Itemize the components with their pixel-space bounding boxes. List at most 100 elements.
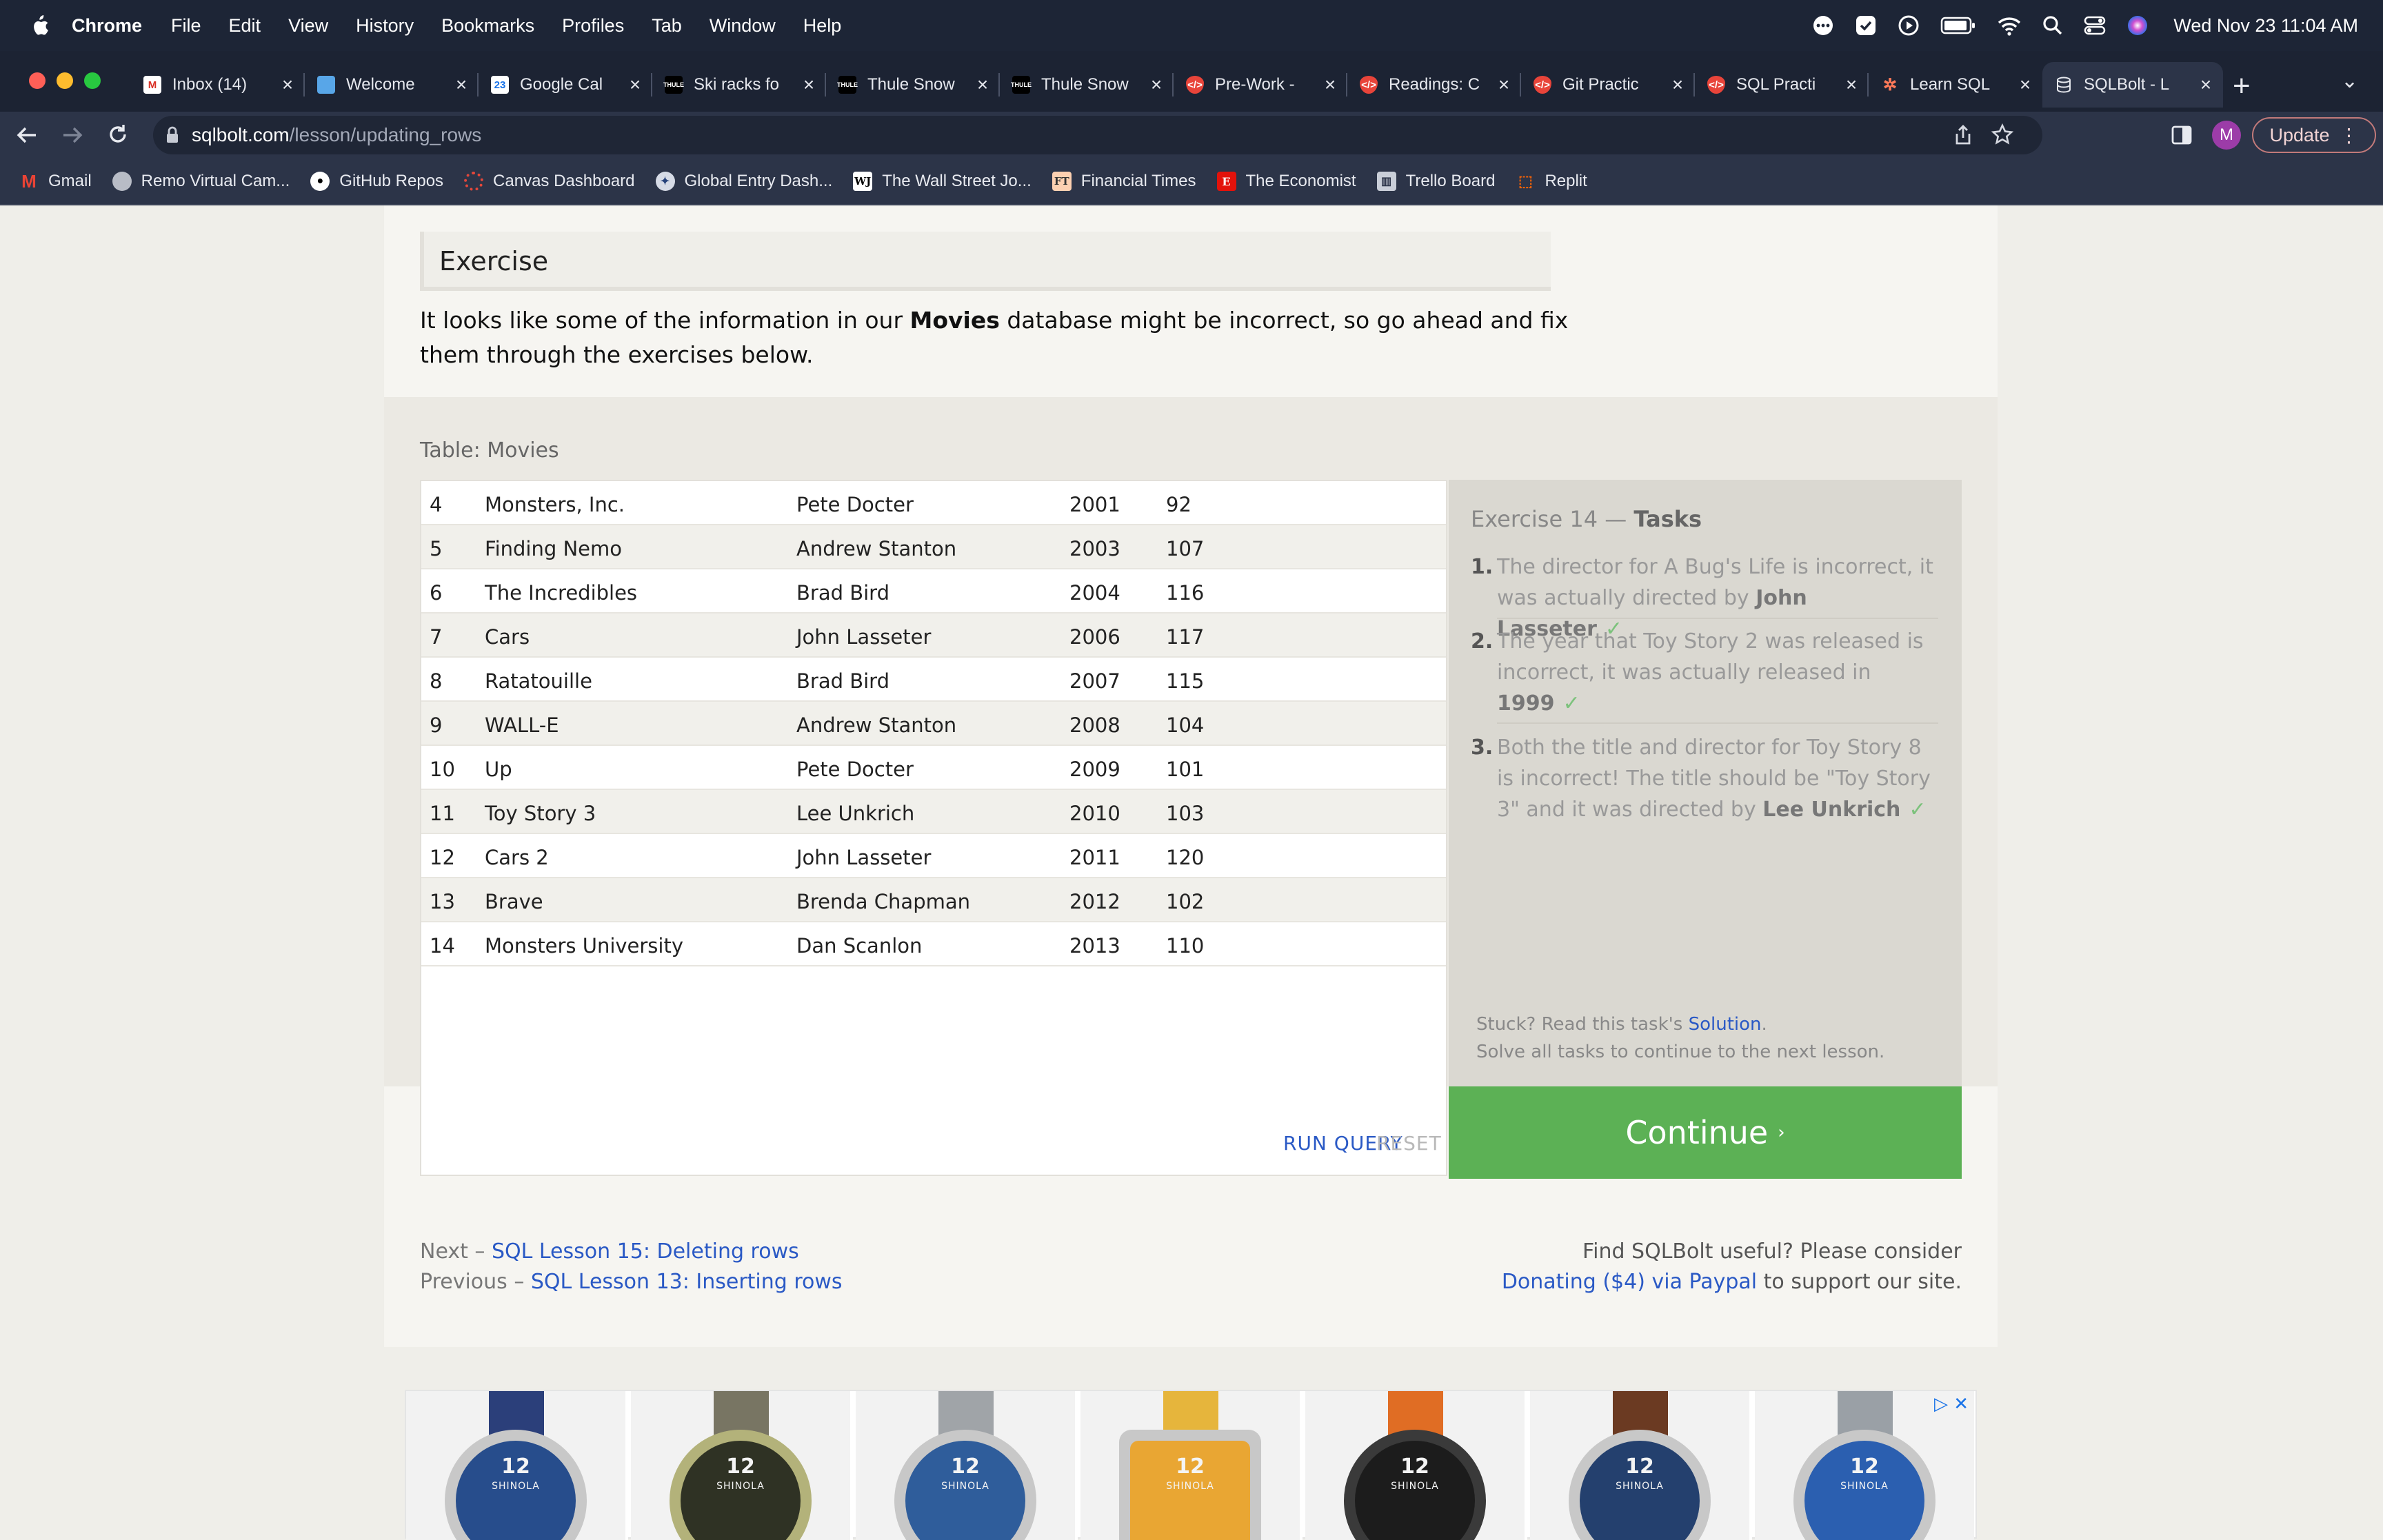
tab-pre-work[interactable]: </> Pre-Work - × (1174, 62, 1347, 108)
close-tab-icon[interactable]: × (625, 74, 645, 96)
siri-icon[interactable] (2126, 14, 2149, 37)
chevron-down-icon[interactable]: ⌄ (2341, 69, 2358, 93)
tab-readings[interactable]: </> Readings: C × (1347, 62, 1521, 108)
checkmark-icon: ✓ (1909, 798, 1927, 822)
bookmark-gmail[interactable]: M Gmail (19, 171, 92, 192)
side-panel-icon[interactable] (2171, 124, 2193, 146)
back-arrow-icon[interactable] (15, 124, 39, 146)
lock-icon[interactable] (165, 126, 179, 144)
bookmark-trello[interactable]: ▥ Trello Board (1376, 172, 1495, 191)
donate-link[interactable]: Donating ($4) via Paypal (1502, 1270, 1757, 1294)
bookmark-github[interactable]: ● GitHub Repos (310, 172, 443, 191)
tab-ski-racks[interactable]: THULE Ski racks fo × (652, 62, 826, 108)
close-tab-icon[interactable]: × (972, 74, 993, 96)
minimize-window-button[interactable] (57, 72, 73, 89)
update-button[interactable]: Update ⋮ (2252, 117, 2376, 153)
cell-length: 104 (1166, 713, 1205, 737)
kebab-menu-icon[interactable]: ⋮ (2340, 124, 2359, 147)
menubar-clock[interactable]: Wed Nov 23 11:04 AM (2173, 15, 2358, 37)
tab-google-calendar[interactable]: 23 Google Cal × (479, 62, 652, 108)
tab-inbox[interactable]: M Inbox (14) × (131, 62, 305, 108)
close-tab-icon[interactable]: × (2015, 74, 2035, 96)
exercise-heading: Exercise (420, 232, 1551, 291)
bookmark-remo[interactable]: Remo Virtual Cam... (112, 172, 290, 191)
tab-sqlbolt-active[interactable]: SQLBolt - L × (2042, 62, 2223, 108)
menu-window[interactable]: Window (710, 15, 776, 37)
close-window-button[interactable] (29, 72, 46, 89)
ad-banner[interactable]: 12 SHINOLA 12 SHINOLA 12 SHINOLA 12 SHINOLA … (405, 1390, 1977, 1540)
cell-title: Monsters University (485, 934, 684, 958)
menu-app-chrome[interactable]: Chrome (72, 15, 142, 37)
close-tab-icon[interactable]: × (1494, 74, 1514, 96)
support-suffix: to support our site. (1757, 1270, 1962, 1294)
task-text: The year that Toy Story 2 was released i… (1497, 626, 1938, 719)
bookmark-wsj[interactable]: WJ The Wall Street Jo... (853, 172, 1032, 191)
bookmark-star-icon[interactable] (1991, 123, 2013, 145)
menu-edit[interactable]: Edit (229, 15, 261, 37)
tab-welcome[interactable]: Welcome × (305, 62, 479, 108)
battery-icon[interactable] (1940, 16, 1976, 35)
close-tab-icon[interactable]: × (1667, 74, 1688, 96)
tab-title: Thule Snow (867, 75, 955, 94)
menu-tab[interactable]: Tab (652, 15, 682, 37)
task-description: The director for A Bug's Life is incorre… (1497, 555, 1933, 610)
cell-title: Monsters, Inc. (485, 493, 625, 516)
apple-icon[interactable] (28, 13, 50, 38)
tab-learn-sql[interactable]: ✲ Learn SQL × (1869, 62, 2042, 108)
close-tab-icon[interactable]: × (451, 74, 472, 96)
bookmark-ft[interactable]: FT Financial Times (1052, 172, 1196, 191)
new-tab-icon[interactable]: + (2233, 69, 2251, 103)
close-tab-icon[interactable]: × (2195, 74, 2216, 96)
search-icon[interactable] (2042, 15, 2063, 36)
solution-link[interactable]: Solution (1689, 1014, 1762, 1035)
cell-year: 2007 (1069, 669, 1120, 693)
close-tab-icon[interactable]: × (798, 74, 819, 96)
bookmark-global-entry[interactable]: ✦ Global Entry Dash... (655, 172, 832, 191)
menu-profiles[interactable]: Profiles (562, 15, 624, 37)
bookmark-replit[interactable]: ⬚ Replit (1516, 172, 1587, 191)
ad-watch-item[interactable]: 12 SHINOLA (1305, 1391, 1527, 1540)
cell-length: 101 (1166, 758, 1205, 781)
share-icon[interactable] (1953, 124, 1973, 146)
ad-watch-item[interactable]: 12 SHINOLA (1530, 1391, 1752, 1540)
forward-arrow-icon[interactable] (61, 124, 84, 146)
continue-button[interactable]: Continue › (1449, 1086, 1962, 1179)
task-text: Both the title and director for Toy Stor… (1497, 732, 1938, 825)
menu-bookmarks[interactable]: Bookmarks (441, 15, 534, 37)
ad-watch-item[interactable]: 12 SHINOLA (631, 1391, 853, 1540)
play-icon[interactable] (1898, 14, 1920, 37)
table-row: 14 Monsters University Dan Scanlon 2013 110 (421, 922, 1446, 966)
menu-file[interactable]: File (171, 15, 201, 37)
bookmark-economist[interactable]: E The Economist (1216, 172, 1356, 191)
cell-year: 2010 (1069, 802, 1120, 825)
close-tab-icon[interactable]: × (277, 74, 298, 96)
tab-thule-snow-1[interactable]: THULE Thule Snow × (826, 62, 1000, 108)
checkbox-icon[interactable] (1855, 14, 1877, 37)
ad-choices-close-icon[interactable]: ▷ ✕ (1934, 1394, 1969, 1415)
address-bar[interactable]: sqlbolt.com/lesson/updating_rows (153, 116, 2042, 154)
menu-history[interactable]: History (356, 15, 414, 37)
menu-help[interactable]: Help (803, 15, 842, 37)
tab-git-practice[interactable]: </> Git Practic × (1521, 62, 1695, 108)
ad-watch-item[interactable]: 12 SHINOLA (856, 1391, 1078, 1540)
next-lesson-link[interactable]: SQL Lesson 15: Deleting rows (492, 1239, 799, 1264)
tab-sql-practice[interactable]: </> SQL Practi × (1695, 62, 1869, 108)
control-center-icon[interactable] (2084, 15, 2106, 36)
close-tab-icon[interactable]: × (1320, 74, 1340, 96)
wifi-icon[interactable] (1997, 15, 2022, 36)
previous-lesson-link[interactable]: SQL Lesson 13: Inserting rows (531, 1270, 843, 1294)
reset-button[interactable]: RESET (1376, 1132, 1442, 1155)
cell-director: Pete Docter (796, 758, 914, 781)
ad-watch-item[interactable]: 12 SHINOLA (1080, 1391, 1303, 1540)
reload-icon[interactable] (106, 123, 130, 146)
cell-id: 14 (430, 934, 455, 958)
tab-thule-snow-2[interactable]: THULE Thule Snow × (1000, 62, 1174, 108)
ad-watch-item[interactable]: 12 SHINOLA (406, 1391, 628, 1540)
menu-view[interactable]: View (288, 15, 328, 37)
more-dots-icon[interactable] (1812, 14, 1834, 37)
close-tab-icon[interactable]: × (1841, 74, 1862, 96)
maximize-window-button[interactable] (84, 72, 101, 89)
bookmark-canvas[interactable]: Canvas Dashboard (464, 172, 635, 191)
close-tab-icon[interactable]: × (1146, 74, 1167, 96)
profile-avatar[interactable]: M (2212, 121, 2241, 150)
